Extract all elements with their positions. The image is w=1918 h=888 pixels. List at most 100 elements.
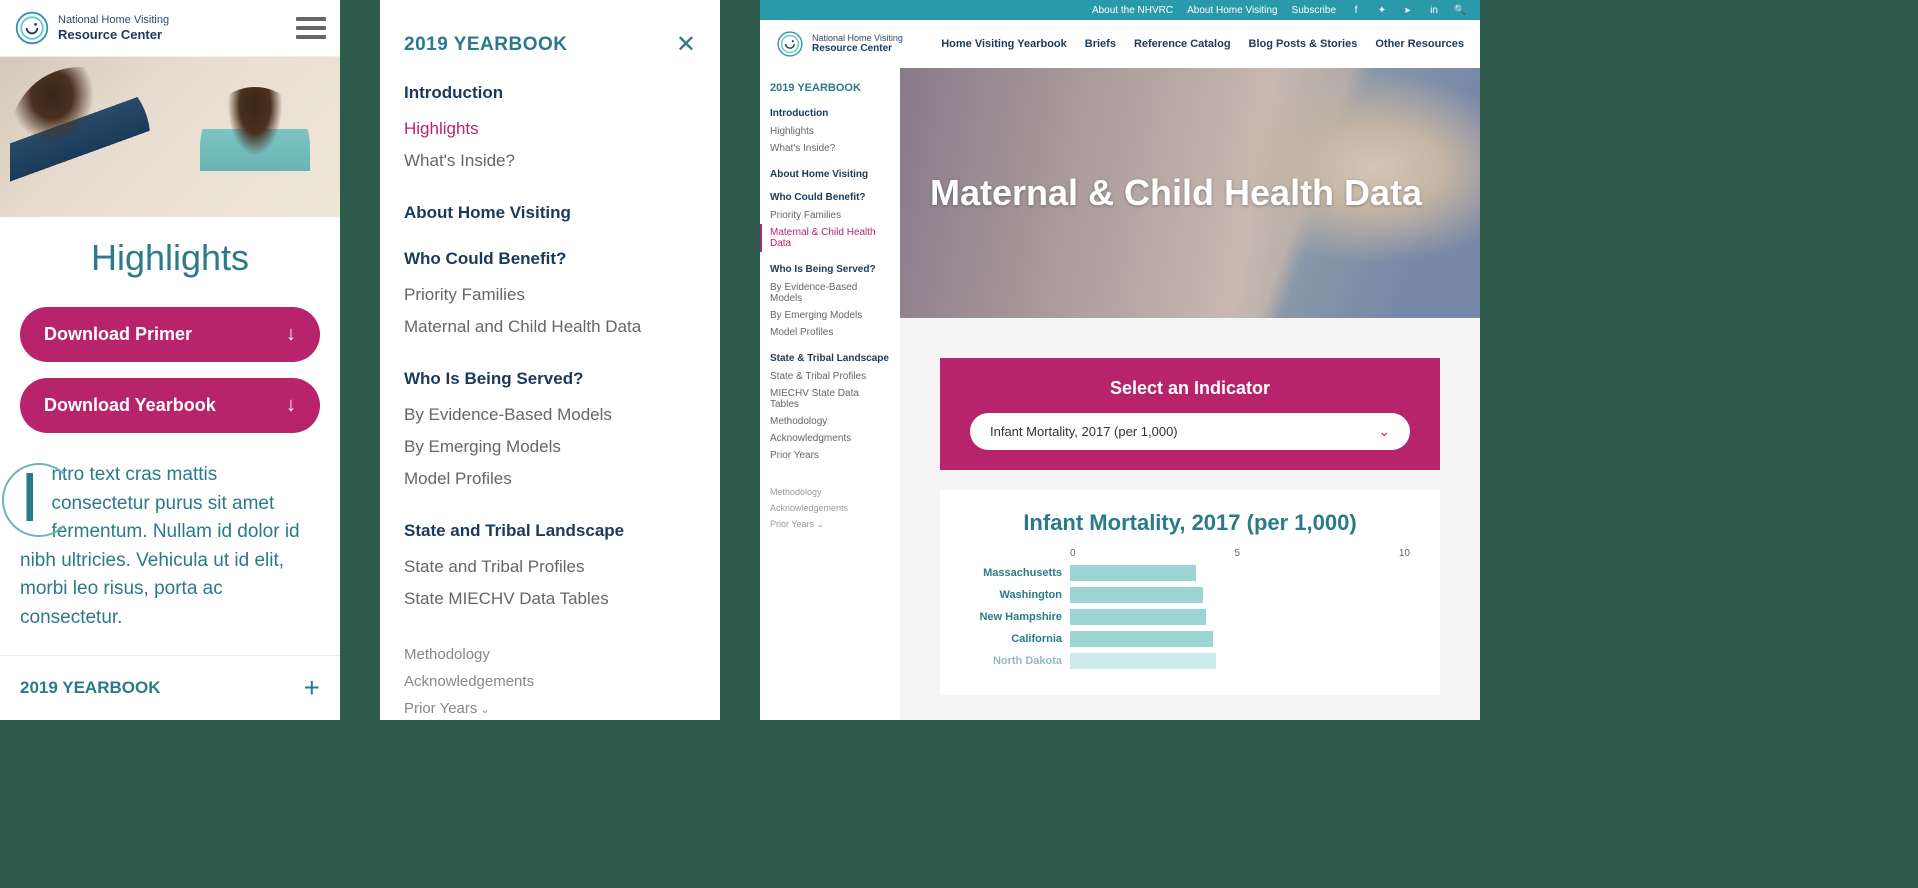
linkedin-icon[interactable]: in [1428,4,1440,16]
nav-item[interactable]: Model Profiles [404,463,696,495]
sidebar-item[interactable]: State & Tribal Profiles [770,368,890,385]
desktop-header: National Home Visiting Resource Center H… [760,20,1480,68]
sidebar-item[interactable]: Maternal & Child Health Data [760,224,890,252]
sidebar-item[interactable]: Methodology [770,413,890,430]
bar-label: California [970,633,1070,645]
sidebar-heading[interactable]: Who Is Being Served? [770,264,890,275]
nav-section-heading[interactable]: About Home Visiting [404,203,696,223]
nav-item[interactable]: By Evidence-Based Models [404,399,696,431]
sidebar-item[interactable]: By Evidence-Based Models [770,279,890,307]
hero-banner: Maternal & Child Health Data [900,68,1480,318]
nav-item[interactable]: Highlights [404,113,696,145]
hamburger-menu-icon[interactable] [296,17,326,39]
main-content: Maternal & Child Health Data Select an I… [900,68,1480,720]
brand-logo[interactable]: National Home Visiting Resource Center [776,30,903,58]
download-icon: ↓ [286,394,296,417]
sidebar-item[interactable]: Priority Families [770,207,890,224]
axis-tick: 5 [1234,548,1240,559]
page-title: Highlights [0,237,340,279]
mobile-menu-panel: 2019 YEARBOOK ✕ IntroductionHighlightsWh… [380,0,720,720]
nav-footer-item[interactable]: Acknowledgements [404,668,696,695]
chart-bar-row: Washington [970,587,1410,603]
sidebar-footer-item[interactable]: Prior Years ⌄ [770,516,890,533]
brand-logo[interactable]: National Home Visiting Resource Center [14,10,169,46]
download-icon: ↓ [286,323,296,346]
hero-title: Maternal & Child Health Data [930,171,1422,214]
chart-x-axis: 0 5 10 [970,548,1410,565]
nav-item[interactable]: Priority Families [404,279,696,311]
brand-line2: Resource Center [812,43,903,55]
topbar-link[interactable]: Subscribe [1292,5,1336,16]
sidebar-item[interactable]: Highlights [770,123,890,140]
download-yearbook-button[interactable]: Download Yearbook ↓ [20,378,320,433]
nav-item[interactable]: State MIECHV Data Tables [404,583,696,615]
download-primer-button[interactable]: Download Primer ↓ [20,307,320,362]
nav-link[interactable]: Blog Posts & Stories [1249,38,1358,50]
indicator-dropdown[interactable]: Infant Mortality, 2017 (per 1,000) ⌄ [970,413,1410,450]
chart-bar-row: Massachusetts [970,565,1410,581]
nav-item[interactable]: What's Inside? [404,145,696,177]
nav-section-heading[interactable]: Who Could Benefit? [404,249,696,269]
bar-label: Massachusetts [970,567,1070,579]
close-icon[interactable]: ✕ [676,30,696,59]
nav-item[interactable]: By Emerging Models [404,431,696,463]
logo-icon [14,10,50,46]
intro-paragraph: Intro text cras mattis consectetur purus… [0,441,340,652]
nav-link[interactable]: Home Visiting Yearbook [941,38,1067,50]
sidebar-heading[interactable]: State & Tribal Landscape [770,353,890,364]
nav-footer-item[interactable]: Prior Years ⌄ [404,695,696,720]
menu-footer: MethodologyAcknowledgementsPrior Years ⌄ [404,641,696,720]
button-label: Download Primer [44,324,192,345]
bar-fill [1070,587,1203,603]
nav-item[interactable]: State and Tribal Profiles [404,551,696,583]
footer-title: 2019 YEARBOOK [20,678,160,698]
nav-section-heading[interactable]: Introduction [404,83,696,103]
nav-section-heading[interactable]: State and Tribal Landscape [404,521,696,541]
chart-container: Infant Mortality, 2017 (per 1,000) 0 5 1… [940,490,1440,695]
indicator-label: Select an Indicator [970,378,1410,399]
nav-footer-item[interactable]: Methodology [404,641,696,668]
plus-icon: + [304,672,320,704]
nav-link[interactable]: Reference Catalog [1134,38,1231,50]
desktop-body: 2019 YEARBOOK IntroductionHighlightsWhat… [760,68,1480,720]
nav-link[interactable]: Briefs [1085,38,1116,50]
sidebar-bottom-footer: MethodologyAcknowledgementsPrior Years ⌄ [770,484,890,533]
sidebar-item[interactable]: Acknowledgments [770,430,890,447]
sidebar-item[interactable]: Model Profiles [770,324,890,341]
button-label: Download Yearbook [44,395,216,416]
desktop-view-panel: About the NHVRC About Home Visiting Subs… [760,0,1480,720]
bar-label: Washington [970,589,1070,601]
sidebar-heading[interactable]: Who Could Benefit? [770,192,890,203]
nav-item[interactable]: Maternal and Child Health Data [404,311,696,343]
sidebar-item[interactable]: MIECHV State Data Tables [770,385,890,413]
sidebar-item[interactable]: By Emerging Models [770,307,890,324]
sidebar-footer-item[interactable]: Methodology [770,484,890,500]
chevron-down-icon: ⌄ [1378,423,1390,440]
sidebar-heading[interactable]: Introduction [770,108,890,119]
nav-link[interactable]: Other Resources [1375,38,1464,50]
bar-track [1070,609,1410,625]
bar-fill [1070,631,1213,647]
mobile-footer-toggle[interactable]: 2019 YEARBOOK + [0,655,340,720]
topbar-link[interactable]: About Home Visiting [1187,5,1277,16]
sidebar-item[interactable]: What's Inside? [770,140,890,157]
twitter-icon[interactable]: ✦ [1376,4,1388,16]
nav-section-heading[interactable]: Who Is Being Served? [404,369,696,389]
search-icon[interactable]: 🔍 [1454,4,1466,16]
chevron-down-icon: ⌄ [814,519,824,529]
utility-topbar: About the NHVRC About Home Visiting Subs… [760,0,1480,20]
mobile-view-panel: National Home Visiting Resource Center H… [0,0,340,720]
sidebar-footer-item[interactable]: Acknowledgements [770,500,890,516]
topbar-link[interactable]: About the NHVRC [1092,5,1173,16]
sidebar-item[interactable]: Prior Years [770,447,890,464]
sidebar-heading[interactable]: About Home Visiting [770,169,890,180]
chart-bar-row: California [970,631,1410,647]
bar-track [1070,587,1410,603]
bar-fill [1070,653,1216,669]
indicator-selector-box: Select an Indicator Infant Mortality, 20… [940,358,1440,470]
logo-text: National Home Visiting Resource Center [58,14,169,43]
youtube-icon[interactable]: ▸ [1402,4,1414,16]
chevron-down-icon: ⌄ [477,704,489,716]
facebook-icon[interactable]: f [1350,4,1362,16]
bar-fill [1070,609,1206,625]
